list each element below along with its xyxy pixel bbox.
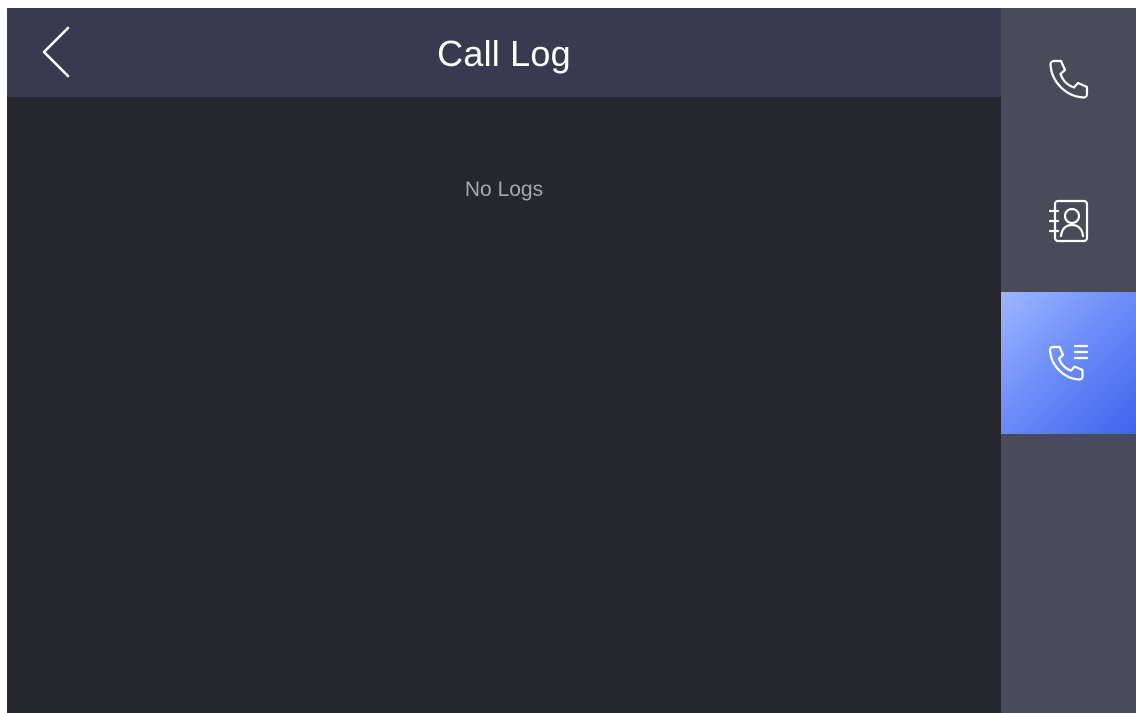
page-title: Call Log [437,33,571,74]
sidebar-item-call-log[interactable] [1001,292,1136,434]
sidebar-item-call[interactable] [1001,8,1136,150]
sidebar-nav [1001,8,1136,713]
header-bar: Call Log [7,8,1001,97]
phone-icon [1048,59,1088,99]
sidebar-item-contacts[interactable] [1001,150,1136,292]
call-log-panel: Call Log No Logs [7,8,1001,713]
call-log-icon [1048,344,1088,381]
chevron-left-icon [42,26,70,78]
contacts-book-icon [1048,199,1088,243]
empty-state-message: No Logs [464,178,544,201]
device-screen: Call Log No Logs [7,8,1136,713]
back-button[interactable] [29,22,83,82]
